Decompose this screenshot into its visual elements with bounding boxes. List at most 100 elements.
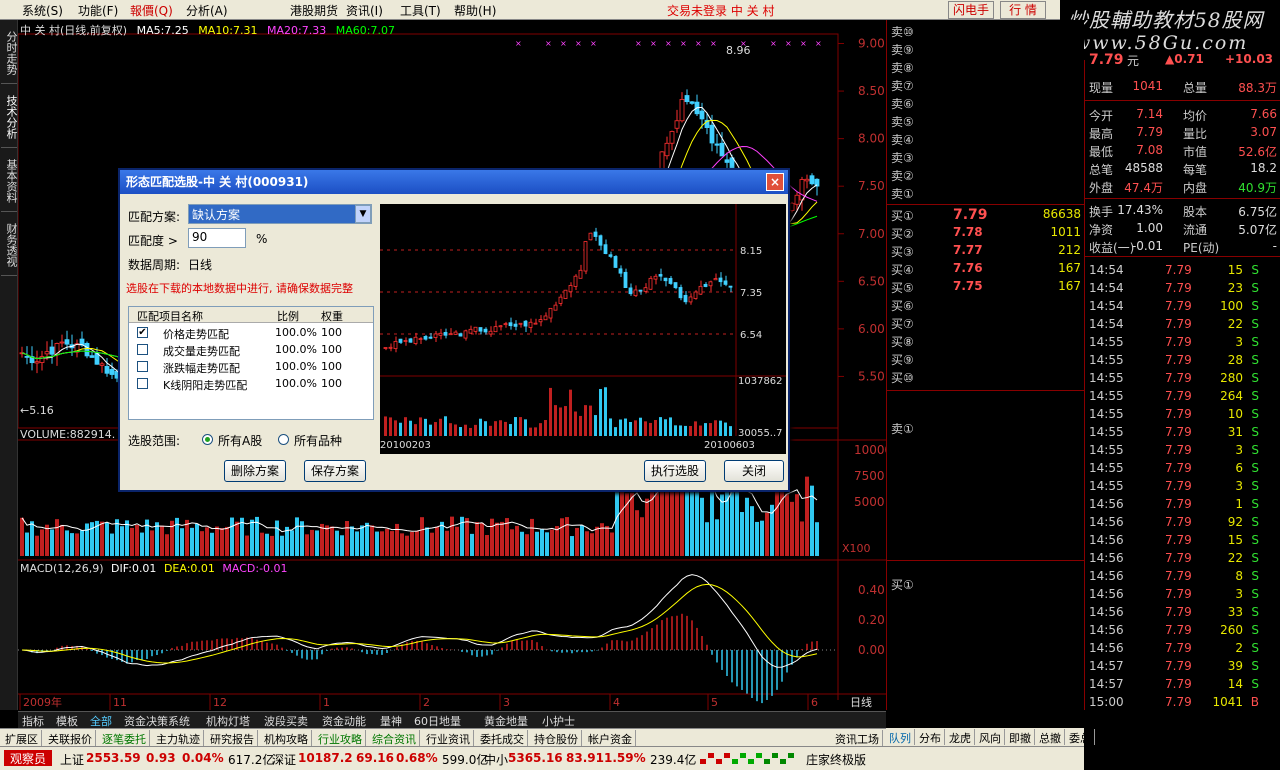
function-tab[interactable]: 研究报告: [207, 730, 258, 746]
right-function-tab[interactable]: 分布: [916, 729, 945, 745]
tick-volume: 15: [1227, 533, 1243, 547]
menu-quote[interactable]: 報價(Q): [130, 2, 173, 18]
mini-candle-body: [688, 296, 693, 303]
buy-level-label: 买③: [891, 245, 914, 259]
radio-all-a-shares[interactable]: [202, 434, 213, 445]
quote-field-value: 7.14: [1136, 107, 1163, 121]
indicator-tab[interactable]: 模板: [56, 713, 78, 729]
dialog-title[interactable]: 形态匹配选股-中 关 村(000931): [120, 170, 788, 194]
mini-candle-body: [538, 319, 543, 323]
tab-fundamentals[interactable]: 基本资料: [1, 150, 18, 212]
dialog-close-button[interactable]: ×: [766, 173, 784, 191]
checkbox[interactable]: [137, 344, 148, 355]
volume-bar: [200, 531, 204, 556]
function-tab[interactable]: 逐笔委托: [99, 730, 150, 746]
function-tab[interactable]: 帐户资金: [585, 730, 636, 746]
function-tab[interactable]: 持仓股份: [531, 730, 582, 746]
right-function-tab[interactable]: 风向: [976, 729, 1005, 745]
quote-field-value: 5.07亿: [1238, 223, 1277, 237]
function-tab[interactable]: 行业资讯: [423, 730, 474, 746]
degree-unit: %: [256, 232, 268, 246]
indicator-tab[interactable]: 波段买卖: [264, 713, 308, 729]
function-tab[interactable]: 综合资讯: [369, 730, 420, 746]
quote-field-value: 48588: [1124, 161, 1163, 175]
indicator-tab[interactable]: 小护士: [542, 713, 575, 729]
quote-button[interactable]: 行 情: [1000, 1, 1046, 19]
menu-analysis[interactable]: 分析(A): [186, 2, 228, 18]
checkbox[interactable]: [137, 361, 148, 372]
function-tab[interactable]: 扩展区: [2, 730, 42, 746]
indicator-tab[interactable]: 指标: [22, 713, 44, 729]
mini-volume-bar: [409, 420, 412, 436]
radio-all-types[interactable]: [278, 434, 289, 445]
right-function-tab[interactable]: 队列: [886, 729, 915, 745]
mini-candle-body: [463, 330, 468, 339]
tick-price: 7.79: [1165, 407, 1192, 421]
close-dialog-button[interactable]: 关闭: [724, 460, 784, 482]
function-tab[interactable]: 主力轨迹: [153, 730, 204, 746]
run-selection-button[interactable]: 执行选股: [644, 460, 706, 482]
menu-help[interactable]: 帮助(H): [454, 2, 496, 18]
save-scheme-button[interactable]: 保存方案: [304, 460, 366, 482]
member-badge[interactable]: 观察员: [4, 750, 52, 766]
right-function-tab[interactable]: 即撤: [1006, 729, 1035, 745]
match-item-row[interactable]: ✔ 价格走势匹配 100.0% 100: [129, 325, 373, 342]
menu-system[interactable]: 系统(S): [22, 2, 63, 18]
indicator-tab[interactable]: 60日地量: [414, 713, 461, 729]
menu-tools[interactable]: 工具(T): [400, 2, 441, 18]
mini-volume-bar: [484, 421, 487, 436]
match-item-row[interactable]: 成交量走势匹配 100.0% 100: [129, 342, 373, 359]
mini-candle-body: [628, 287, 633, 295]
breadth-cell: [748, 759, 754, 764]
menu-news[interactable]: 资讯(I): [346, 2, 383, 18]
match-item-name: 成交量走势匹配: [163, 345, 240, 358]
indicator-tab[interactable]: 量神: [380, 713, 402, 729]
chevron-down-icon[interactable]: ▼: [355, 205, 371, 223]
indicator-tab[interactable]: 黄金地量: [484, 713, 528, 729]
menu-function[interactable]: 功能(F): [78, 2, 118, 18]
match-item-row[interactable]: 涨跌幅走势匹配 100.0% 100: [129, 359, 373, 376]
tick-row: 14:56 7.79 3 S: [1085, 586, 1280, 604]
tick-side: S: [1251, 569, 1259, 583]
function-tab[interactable]: 关联报价: [45, 730, 96, 746]
function-tab[interactable]: 委托成交: [477, 730, 528, 746]
sell-level-row: 卖⑤: [889, 112, 1083, 130]
price-unit: 元: [1127, 54, 1140, 68]
tick-side: S: [1251, 623, 1259, 637]
pattern-preview-svg: 8.15 7.35 6.54 1037862 30055..7 20100203 20100…: [380, 204, 786, 451]
right-function-tab[interactable]: 总撤: [1036, 729, 1065, 745]
tab-intraday[interactable]: 分时走势: [1, 22, 18, 84]
volume-bar: [485, 535, 489, 556]
function-tab[interactable]: 行业攻略: [315, 730, 366, 746]
signal-marker: ×: [545, 39, 552, 48]
flash-trade-button[interactable]: 闪电手: [948, 1, 994, 19]
scheme-select[interactable]: 缺认方案 ▼: [188, 204, 372, 224]
tick-side: S: [1251, 299, 1259, 313]
tick-time: 15:00: [1089, 695, 1124, 709]
match-item-row[interactable]: K线阴阳走势匹配 100.0% 100: [129, 376, 373, 393]
volume-bar: [765, 512, 769, 556]
right-function-tab[interactable]: 资讯工场: [832, 730, 883, 746]
menu-hk-futures[interactable]: 港股期货: [290, 2, 338, 18]
mini-volume-bar: [574, 411, 577, 436]
quote-row: 现量 1041 总量 88.3万: [1085, 78, 1280, 96]
indicator-tab[interactable]: 资金动能: [322, 713, 366, 729]
tab-financials[interactable]: 财务透视: [1, 214, 18, 276]
checkbox[interactable]: [137, 378, 148, 389]
degree-input[interactable]: 90: [188, 228, 246, 248]
breadth-cell: [732, 759, 738, 764]
mini-candle-body: [703, 283, 708, 287]
delete-scheme-button[interactable]: 删除方案: [224, 460, 286, 482]
mini-candle-body: [383, 347, 388, 349]
right-function-tab[interactable]: 龙虎: [946, 729, 975, 745]
tick-side: S: [1251, 551, 1259, 565]
function-tab[interactable]: 机构攻略: [261, 730, 312, 746]
tab-technical[interactable]: 技术分析: [1, 86, 18, 148]
sz-value: 10187.2: [298, 751, 353, 765]
indicator-tab[interactable]: 全部: [90, 713, 112, 729]
checkbox-checked[interactable]: ✔: [137, 327, 148, 338]
tick-side: S: [1251, 407, 1259, 421]
right-function-tab[interactable]: 委总: [1066, 729, 1095, 745]
indicator-tab[interactable]: 机构灯塔: [206, 713, 250, 729]
indicator-tab[interactable]: 资金决策系统: [124, 713, 190, 729]
